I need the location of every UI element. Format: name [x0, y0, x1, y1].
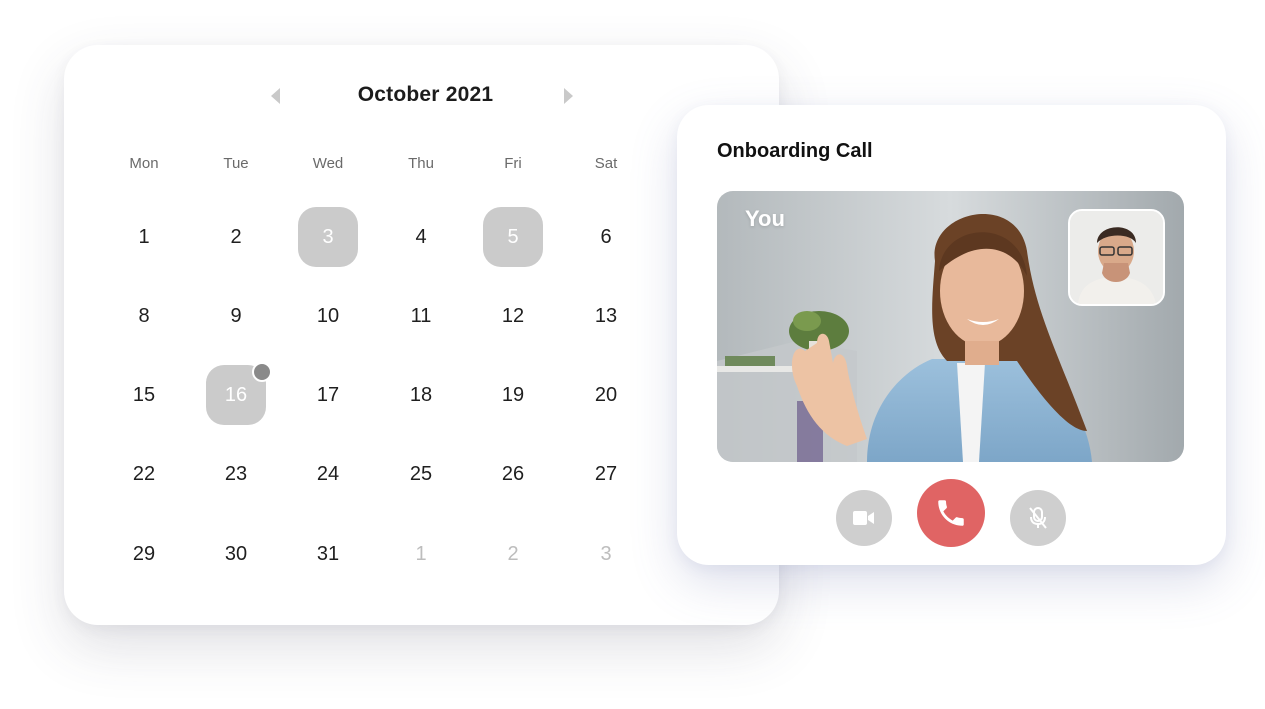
day-number: 1: [138, 225, 150, 248]
calendar-day[interactable]: 8: [114, 286, 174, 346]
calendar-day[interactable]: 24: [298, 444, 358, 504]
calendar-day[interactable]: 31: [298, 524, 358, 584]
calendar-day[interactable]: 26: [483, 444, 543, 504]
microphone-off-icon: [1029, 507, 1047, 529]
day-number: 9: [230, 304, 242, 327]
calendar-day-outside-month[interactable]: 2: [483, 524, 543, 584]
calendar-day[interactable]: 30: [206, 524, 266, 584]
weekday-label: Wed: [312, 155, 344, 172]
event-dot-icon: [252, 362, 272, 382]
day-number: 2: [230, 225, 242, 248]
calendar-day[interactable]: 13: [576, 286, 636, 346]
day-number: 18: [409, 383, 433, 406]
day-number: 29: [132, 542, 156, 565]
calendar-day-highlighted[interactable]: 16: [206, 362, 272, 425]
day-number: 13: [594, 304, 618, 327]
day-number: 11: [410, 304, 432, 327]
day-number: 2: [507, 542, 519, 565]
day-number: 23: [224, 462, 248, 485]
day-number: 5: [507, 225, 519, 248]
day-number: 26: [501, 462, 525, 485]
day-number: 24: [316, 462, 340, 485]
day-number: 8: [138, 304, 150, 327]
calendar-day[interactable]: 6: [576, 207, 636, 267]
weekday-label: Thu: [408, 155, 434, 172]
day-number: 16: [224, 383, 248, 406]
calendar-day-highlighted[interactable]: 5: [483, 207, 543, 267]
calendar-day[interactable]: 23: [206, 444, 266, 504]
call-title: Onboarding Call: [717, 140, 873, 162]
calendar-day[interactable]: 2: [206, 207, 266, 267]
calendar-day[interactable]: 4: [391, 207, 451, 267]
calendar-day[interactable]: 27: [576, 444, 636, 504]
calendar-day[interactable]: 17: [298, 365, 358, 425]
calendar-day[interactable]: 12: [483, 286, 543, 346]
calendar-header: October 2021: [64, 45, 779, 155]
day-number: 31: [316, 542, 340, 565]
calendar-day[interactable]: 20: [576, 365, 636, 425]
day-number: 3: [600, 542, 612, 565]
day-number: 6: [600, 225, 612, 248]
day-number: 15: [132, 383, 156, 406]
weekday-label: Tue: [223, 155, 249, 172]
calendar-day-highlighted[interactable]: 3: [298, 207, 358, 267]
day-number: 4: [415, 225, 427, 248]
calendar-day[interactable]: 18: [391, 365, 451, 425]
calendar-day[interactable]: 9: [206, 286, 266, 346]
calendar-day-outside-month[interactable]: 1: [391, 524, 451, 584]
day-number: 10: [316, 304, 340, 327]
day-number: 1: [415, 542, 427, 565]
calendar-day[interactable]: 29: [114, 524, 174, 584]
calendar-day[interactable]: 10: [298, 286, 358, 346]
day-number: 25: [409, 462, 433, 485]
day-number: 27: [594, 462, 618, 485]
day-number: 12: [501, 304, 525, 327]
weekday-label: Mon: [129, 155, 159, 172]
weekday-label: Sat: [594, 155, 618, 172]
phone-icon: [938, 500, 964, 526]
calendar-day[interactable]: 11: [391, 286, 451, 346]
video-camera-icon: [853, 511, 874, 525]
video-feed: You: [717, 191, 1184, 462]
day-number: 3: [322, 225, 334, 248]
calendar-day[interactable]: 15: [114, 365, 174, 425]
day-number: 19: [501, 383, 525, 406]
calendar-day[interactable]: 1: [114, 207, 174, 267]
month-title: October 2021: [357, 83, 494, 106]
calendar-day[interactable]: 25: [391, 444, 451, 504]
mute-button[interactable]: [1010, 490, 1066, 546]
day-number: 17: [316, 383, 340, 406]
participant-thumbnail[interactable]: [1068, 209, 1165, 306]
calendar-day[interactable]: 19: [483, 365, 543, 425]
day-number: 22: [132, 462, 156, 485]
calendar-day-outside-month[interactable]: 3: [576, 524, 636, 584]
day-number: 30: [224, 542, 248, 565]
participant-avatar: [1070, 211, 1163, 304]
call-card: Onboarding Call You: [677, 105, 1226, 565]
camera-button[interactable]: [836, 490, 892, 546]
weekday-label: Fri: [504, 155, 522, 172]
chevron-right-icon[interactable]: [564, 88, 573, 104]
calendar-card: October 2021 Mon Tue Wed Thu Fri Sat 12345689…: [64, 45, 779, 625]
calendar-day[interactable]: 22: [114, 444, 174, 504]
self-label: You: [745, 206, 785, 231]
day-number: 20: [594, 383, 618, 406]
end-call-button[interactable]: [917, 479, 985, 547]
